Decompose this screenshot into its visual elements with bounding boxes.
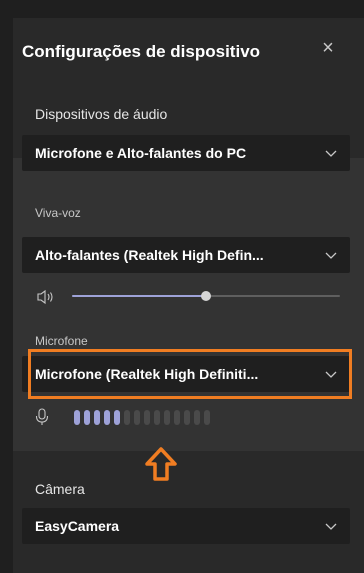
mic-level-bar [154, 410, 160, 425]
dialog-title: Configurações de dispositivo [22, 42, 261, 61]
up-arrow-annotation-icon [145, 447, 177, 481]
mic-level-bar [164, 410, 170, 425]
camera-label: Câmera [35, 481, 85, 497]
volume-slider-thumb[interactable] [201, 291, 211, 301]
microphone-label: Microfone [35, 334, 88, 348]
camera-value: EasyCamera [35, 518, 120, 534]
speaker-volume-icon [37, 289, 53, 305]
mic-level-bar [184, 410, 190, 425]
audio-devices-value: Microfone e Alto-falantes do PC [35, 145, 247, 161]
mic-level-bar [174, 410, 180, 425]
chevron-down-icon [325, 523, 337, 530]
volume-slider-fill [72, 295, 206, 297]
microphone-icon [35, 408, 49, 425]
audio-devices-dropdown[interactable]: Microfone e Alto-falantes do PC [22, 135, 350, 171]
speaker-value: Alto-falantes (Realtek High Defin... [35, 247, 264, 263]
speaker-label: Viva-voz [35, 206, 81, 220]
speaker-dropdown[interactable]: Alto-falantes (Realtek High Defin... [22, 237, 350, 273]
audio-devices-label: Dispositivos de áudio [35, 106, 168, 122]
chevron-down-icon [325, 150, 337, 157]
speaker-mic-section [13, 158, 364, 451]
mic-level-bar [204, 410, 210, 425]
chevron-down-icon [325, 252, 337, 259]
mic-level-bar [94, 410, 100, 425]
camera-dropdown[interactable]: EasyCamera [22, 508, 350, 544]
mic-level-bar [84, 410, 90, 425]
volume-slider[interactable] [72, 291, 340, 301]
mic-level-bar [144, 410, 150, 425]
microphone-dropdown[interactable]: Microfone (Realtek High Definiti... [22, 356, 350, 392]
mic-level-meter [74, 410, 210, 425]
mic-level-bar [124, 410, 130, 425]
mic-level-bar [194, 410, 200, 425]
mic-level-bar [134, 410, 140, 425]
microphone-value: Microfone (Realtek High Definiti... [35, 366, 259, 382]
chevron-down-icon [325, 371, 337, 378]
mic-level-bar [104, 410, 110, 425]
close-icon[interactable]: × [318, 38, 338, 58]
mic-level-bar [114, 410, 120, 425]
mic-level-bar [74, 410, 80, 425]
